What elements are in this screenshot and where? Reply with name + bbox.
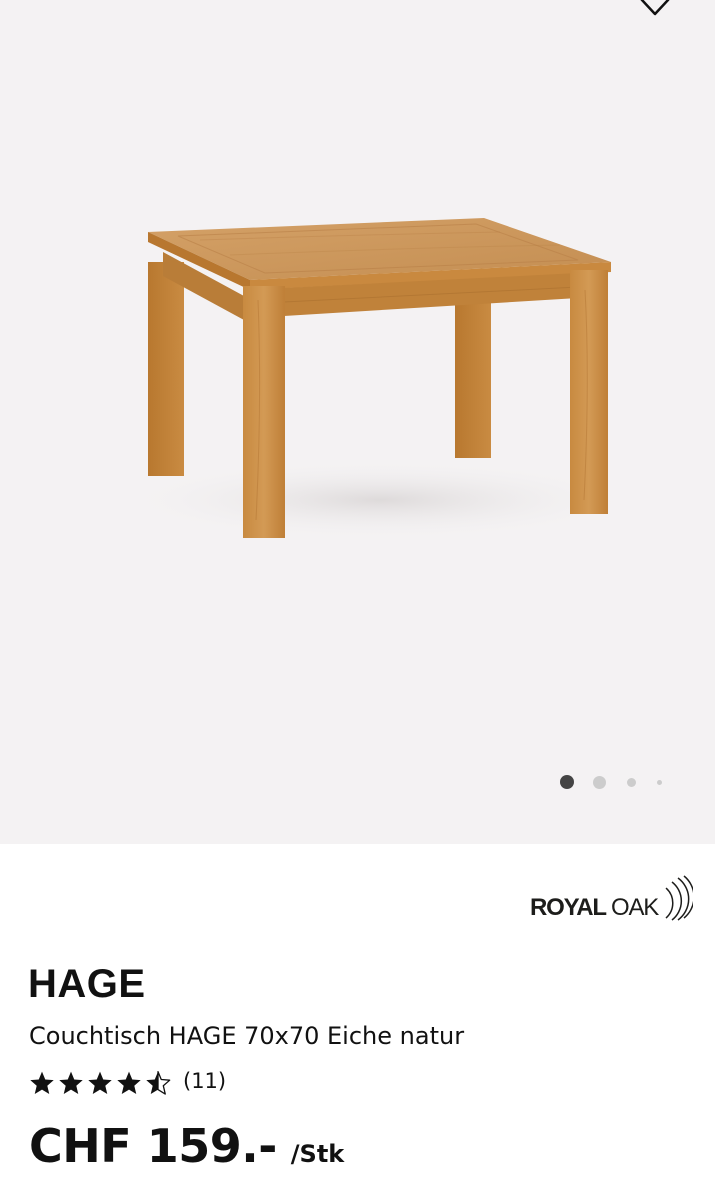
brand-logo[interactable]: ROYAL OAK [528,874,693,926]
product-rating[interactable]: (11) [29,1069,226,1096]
carousel-dot-2[interactable] [593,775,606,789]
product-image[interactable] [0,0,715,844]
product-description: Couchtisch HAGE 70x70 Eiche natur [29,1022,465,1050]
price-unit: /Stk [290,1140,345,1168]
product-image-gallery[interactable] [0,0,715,844]
wishlist-button[interactable] [632,0,678,18]
product-title: HAGE [28,962,146,1006]
brand-name-royal: ROYAL [530,894,607,921]
product-price: CHF 159.- /Stk [29,1119,344,1173]
carousel-pagination[interactable] [560,775,662,789]
star-icon [88,1071,112,1095]
star-icon [30,1071,54,1095]
carousel-dot-1[interactable] [560,775,574,789]
star-icon [117,1071,141,1095]
rating-stars [29,1070,171,1096]
price-value: CHF 159.- [29,1119,277,1173]
carousel-dot-3[interactable] [627,777,636,787]
heart-icon [640,0,670,16]
product-info: ROYAL OAK HAGE Couchtisch HAGE 70x70 Eic… [0,844,715,1200]
review-count[interactable]: (11) [183,1069,226,1093]
half-star-icon [146,1070,171,1095]
carousel-dot-4[interactable] [657,779,662,785]
star-icon [59,1071,83,1095]
brand-name-oak: OAK [611,894,659,921]
